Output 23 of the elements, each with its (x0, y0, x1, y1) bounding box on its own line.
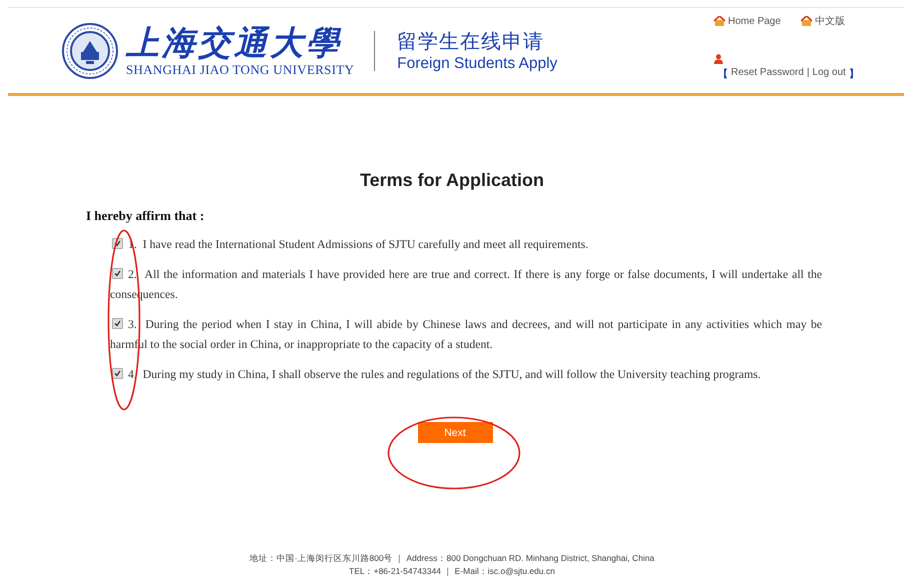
university-name-chinese: 上海交通大學 (126, 24, 343, 62)
footer-text: 地址：中国·上海闵行区东川路800号 ｜ Address：800 Dongchuan RD. Minhang District, Shanghai, China (248, 552, 656, 565)
term-statement: 4. During my study in China, I shall observe the rules and regulations of the SJTU, and will follow the University teaching programs. (110, 364, 822, 384)
house-icon (800, 16, 812, 26)
affirmation-heading: I hereby affirm that : (86, 208, 206, 224)
header-link[interactable]: 中文版 (800, 14, 845, 28)
page-title: Terms for Application (358, 169, 546, 191)
university-name-english: SHANGHAI JIAO TONG UNIVERSITY (126, 62, 354, 78)
app-title-chinese: 留学生在线申请 (397, 30, 546, 55)
university-seal-icon (62, 22, 118, 78)
user-icon (714, 54, 723, 64)
app-title-english: Foreign Students Apply (397, 55, 558, 73)
house-icon (714, 16, 725, 26)
bracket-mark: 【 (718, 68, 728, 81)
separator-mark: | (806, 67, 810, 80)
footer-text: TEL：+86-21-54743344 ｜ E-Mail：isc.o@sjtu.edu.cn (348, 565, 556, 577)
account-link[interactable]: Log out (812, 67, 846, 81)
header-link[interactable]: Home Page (714, 14, 781, 28)
bracket-mark: 】 (848, 68, 859, 81)
checkbox[interactable] (112, 268, 123, 279)
account-link[interactable]: Reset Password (731, 67, 804, 81)
checkbox[interactable] (112, 368, 123, 379)
checkbox[interactable] (112, 318, 123, 329)
